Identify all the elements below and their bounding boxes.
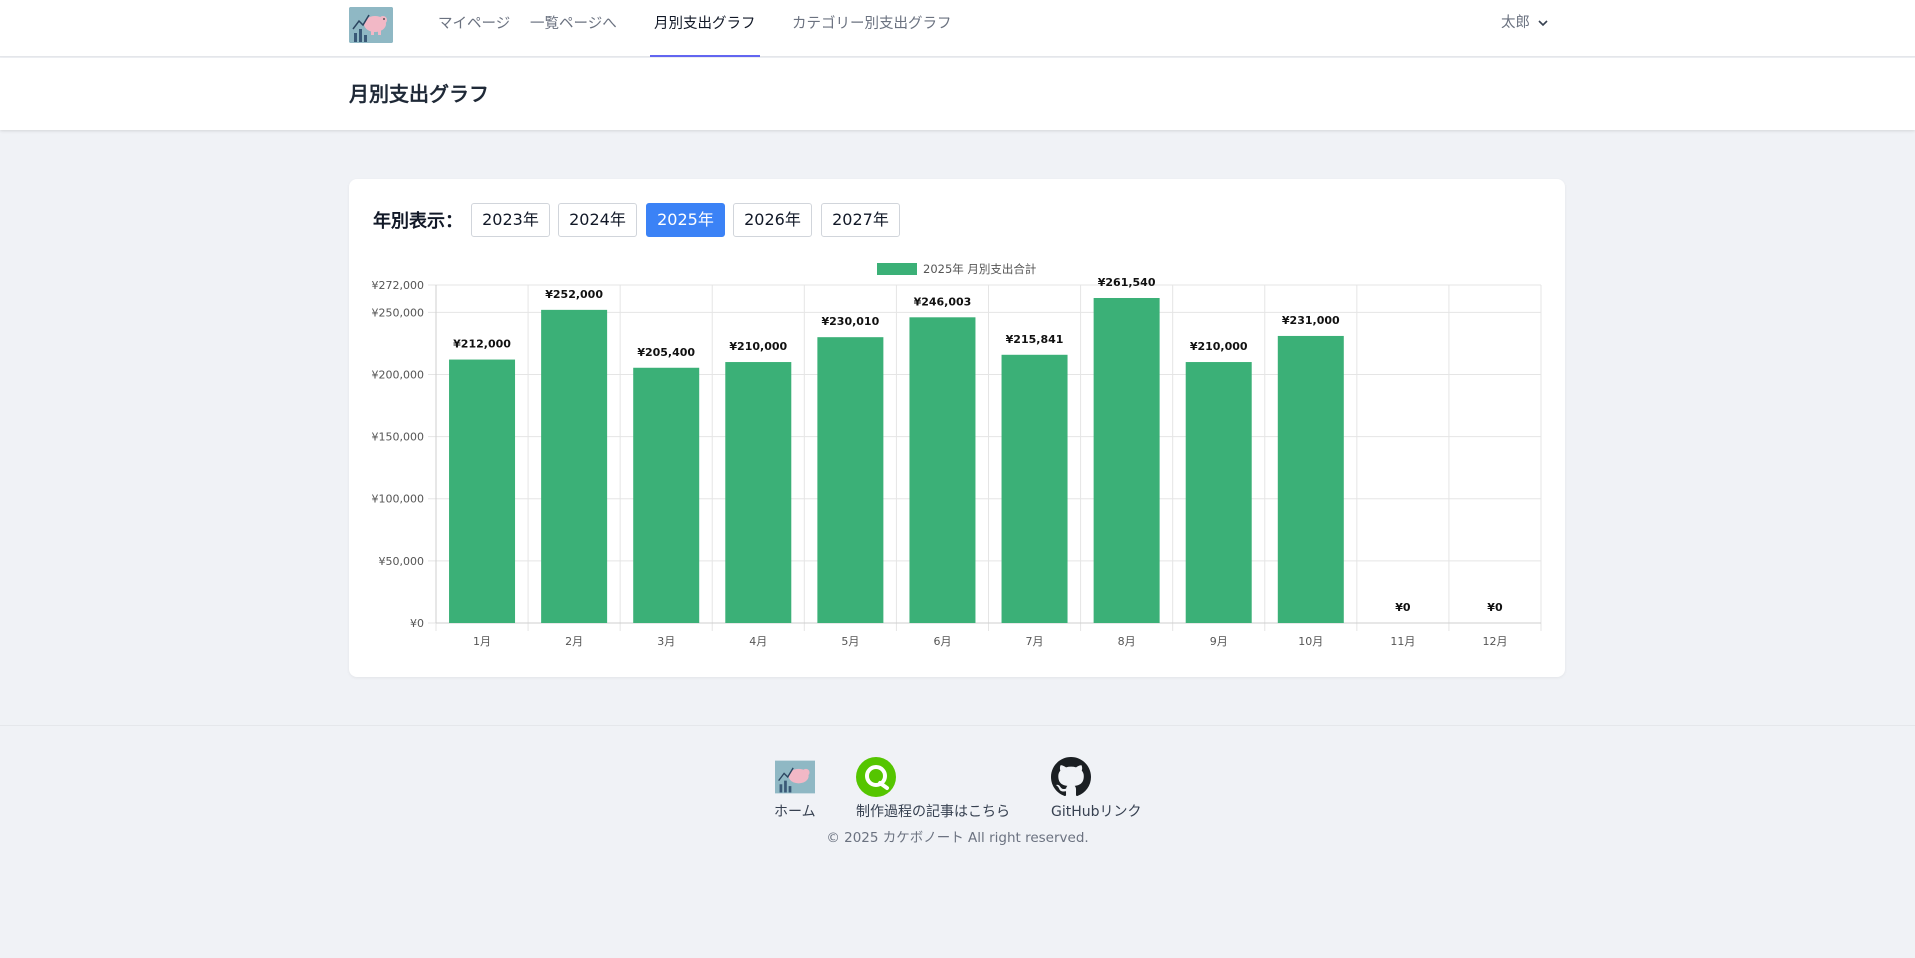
y-tick-label: ¥100,000: [372, 493, 425, 506]
nav-category-graph[interactable]: カテゴリー別支出グラフ: [792, 0, 952, 57]
footer-github-link[interactable]: GitHubリンク: [1051, 757, 1142, 821]
bar-value-label: ¥246,003: [914, 295, 972, 308]
monthly-expense-bar-chart: 2025年 月別支出合計 ¥0 ¥50,000 ¥100,000 ¥150,000 ¥20…: [372, 262, 1542, 648]
x-tick-label: 10月: [1298, 635, 1323, 648]
legend-label: 2025年 月別支出合計: [923, 262, 1036, 276]
user-name: 太郎: [1501, 15, 1530, 31]
bar-value-label: ¥261,540: [1098, 276, 1156, 289]
bar: [633, 367, 700, 623]
bar: [1277, 335, 1344, 623]
qiita-icon: [856, 757, 896, 797]
bar: [817, 337, 884, 623]
bar-value-label: ¥210,000: [1190, 340, 1248, 353]
x-tick-label: 7月: [1026, 635, 1044, 648]
x-tick-label: 4月: [749, 635, 767, 648]
footer-github-label: GitHubリンク: [1051, 804, 1142, 820]
bar: [909, 317, 976, 623]
nav-monthly-graph[interactable]: 月別支出グラフ: [650, 0, 759, 57]
y-tick-label: ¥0: [410, 617, 424, 630]
x-tick-label: 5月: [841, 635, 859, 648]
bar: [541, 309, 608, 623]
footer-article-label: 制作過程の記事はこちら: [856, 804, 1010, 820]
user-menu[interactable]: 太郎: [1501, 0, 1548, 48]
legend-swatch: [877, 263, 917, 275]
x-tick-label: 6月: [933, 635, 951, 648]
github-icon: [1051, 757, 1091, 797]
footer-home-label: ホーム: [774, 804, 816, 820]
x-tick-label: 3月: [657, 635, 675, 648]
bar: [725, 362, 792, 623]
bar-value-label: ¥0: [1395, 601, 1411, 614]
x-tick-label: 2月: [565, 635, 583, 648]
bar-value-label: ¥215,841: [1006, 333, 1064, 346]
bar-value-label: ¥210,000: [729, 340, 787, 353]
bar-value-label: ¥231,000: [1282, 314, 1340, 327]
bar: [1185, 362, 1252, 623]
chevron-down-icon: [1538, 20, 1548, 27]
page-title: 月別支出グラフ: [349, 82, 489, 106]
page-header: 月別支出グラフ: [0, 58, 1915, 130]
y-tick-label: ¥200,000: [372, 368, 425, 381]
footer-article-link[interactable]: 制作過程の記事はこちら: [856, 757, 1010, 821]
top-navbar: マイページ 一覧ページへ 月別支出グラフ カテゴリー別支出グラフ 太郎: [0, 0, 1915, 57]
bar-value-label: ¥205,400: [637, 346, 695, 359]
x-tick-label: 1月: [473, 635, 491, 648]
nav-mypage[interactable]: マイページ: [438, 0, 510, 57]
y-tick-label: ¥150,000: [372, 431, 425, 444]
y-tick-label: ¥272,000: [372, 279, 425, 292]
x-tick-label: 8月: [1118, 635, 1136, 648]
bar-value-label: ¥0: [1487, 601, 1503, 614]
nav-list-page[interactable]: 一覧ページへ: [530, 0, 617, 57]
footer-home-link[interactable]: ホーム: [774, 757, 816, 821]
x-tick-label: 9月: [1210, 635, 1228, 648]
piggy-bank-home-icon: [774, 757, 815, 797]
x-tick-label: 12月: [1482, 635, 1507, 648]
bar: [1001, 354, 1068, 623]
y-tick-label: ¥50,000: [379, 555, 425, 568]
x-tick-label: 11月: [1390, 635, 1415, 648]
bar: [449, 359, 516, 623]
piggy-bank-logo-icon[interactable]: [349, 7, 393, 43]
y-tick-label: ¥250,000: [372, 306, 425, 319]
chart-card: 年別表示： 2023年 2024年 2025年 2026年 2027年 2025…: [349, 179, 1565, 677]
bar-value-label: ¥212,000: [453, 338, 511, 351]
bar-value-label: ¥252,000: [545, 288, 603, 301]
footer-copyright: © 2025 カケボノート All right reserved.: [826, 830, 1089, 846]
footer-divider: [0, 725, 1915, 726]
bar: [1093, 297, 1160, 623]
bar-value-label: ¥230,010: [821, 315, 879, 328]
